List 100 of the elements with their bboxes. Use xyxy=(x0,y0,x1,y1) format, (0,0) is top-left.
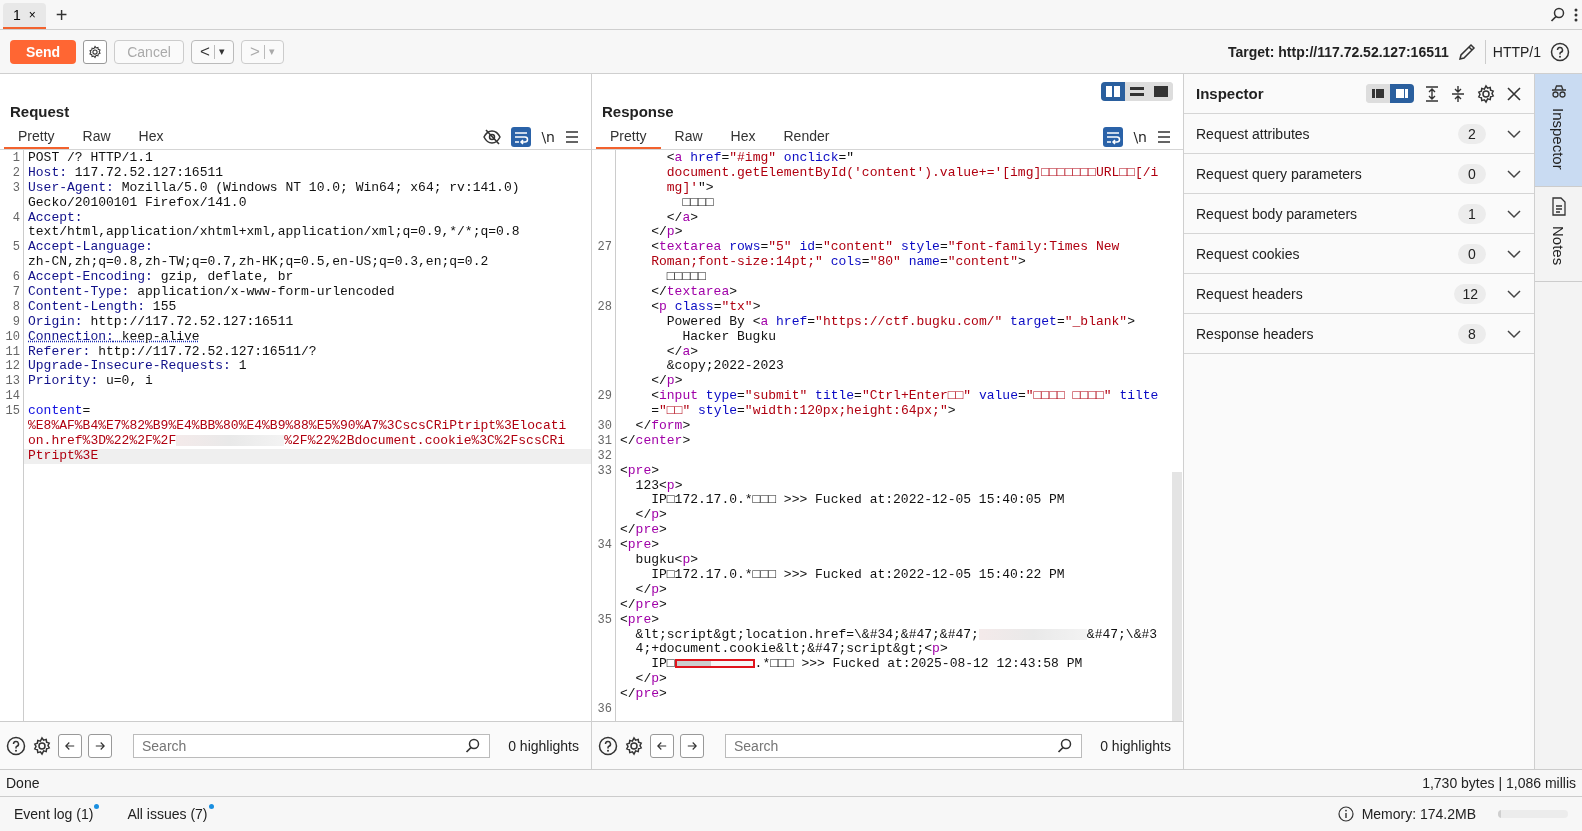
code-line: Accept-Language: xyxy=(27,240,153,256)
search-field[interactable]: Search xyxy=(133,733,490,758)
code-line: </center> xyxy=(619,433,691,449)
chevron-icon[interactable] xyxy=(1506,168,1522,179)
scrollbar[interactable] xyxy=(1172,472,1182,721)
view-tab[interactable]: Raw xyxy=(660,124,717,149)
code-line: <pre> xyxy=(619,538,660,554)
back-button[interactable]: < ▾ xyxy=(191,39,234,64)
memory-gauge xyxy=(1498,810,1568,818)
chevron-icon[interactable] xyxy=(1506,328,1522,339)
new-tab-button[interactable]: + xyxy=(55,4,68,25)
inspector-section[interactable]: Request headers 12 xyxy=(1184,274,1534,314)
code-line: &lt;script&gt;location.href=\&#34;&#47;&#47; &#47;\&#3 xyxy=(634,627,1158,643)
help-icon[interactable] xyxy=(6,735,26,756)
code-line: </p> xyxy=(650,225,683,241)
target-label: Target: http://117.72.52.127:16511 xyxy=(1228,43,1449,60)
code-line: Origin: http://117.72.52.127:16511 xyxy=(27,314,294,330)
settings-icon[interactable] xyxy=(624,735,644,756)
chevron-icon[interactable] xyxy=(1506,208,1522,219)
left-panel-icon[interactable] xyxy=(1372,89,1384,98)
count-badge: 1 xyxy=(1458,203,1486,224)
right-panel-icon[interactable] xyxy=(1396,89,1408,98)
code-line: </pre> xyxy=(619,597,667,613)
line-number: 11 xyxy=(4,344,21,360)
close-icon[interactable]: × xyxy=(28,8,36,22)
search-input[interactable]: Search xyxy=(142,735,465,756)
section-label: Request attributes xyxy=(1196,125,1310,142)
settings-button[interactable] xyxy=(83,39,107,64)
tab[interactable]: 1 × xyxy=(3,3,46,29)
code-line: </a> xyxy=(665,344,699,360)
code-line: bugku<p> xyxy=(634,553,699,568)
code-line: <pre> xyxy=(619,612,660,628)
chevron-icon[interactable] xyxy=(1506,288,1522,299)
eye-slash-icon[interactable] xyxy=(483,128,502,145)
chevron-icon[interactable] xyxy=(1506,128,1522,139)
search-field[interactable]: Search xyxy=(725,733,1082,758)
previous-button[interactable] xyxy=(58,733,82,758)
search-icon[interactable] xyxy=(1550,6,1566,23)
panel-title: Inspector xyxy=(1196,85,1264,102)
inspector-section[interactable]: Response headers 8 xyxy=(1184,314,1534,354)
layout-button[interactable] xyxy=(1390,84,1414,103)
search-input[interactable]: Search xyxy=(734,735,1057,756)
search-icon[interactable] xyxy=(465,737,481,754)
newline-toggle[interactable]: \n xyxy=(1133,128,1147,145)
footer-link[interactable]: All issues (7) xyxy=(127,806,214,822)
view-tab[interactable]: Hex xyxy=(716,124,770,149)
response-stats: 1,730 bytes | 1,086 millis xyxy=(1422,775,1576,791)
section-label: Request cookies xyxy=(1196,245,1300,262)
chevron-icon[interactable] xyxy=(1506,248,1522,259)
help-icon[interactable] xyxy=(598,735,618,756)
view-tab[interactable]: Hex xyxy=(124,124,178,149)
menu-icon[interactable] xyxy=(1157,130,1171,143)
next-button[interactable] xyxy=(680,733,704,758)
previous-button[interactable] xyxy=(650,733,674,758)
code-line: Host: 117.72.52.127:16511 xyxy=(27,165,224,181)
close-icon[interactable] xyxy=(1506,85,1522,102)
rows-layout-icon[interactable] xyxy=(1130,86,1144,97)
collapse-all-icon[interactable] xyxy=(1450,84,1466,103)
view-tab[interactable]: Render xyxy=(769,124,844,149)
columns-layout-icon[interactable] xyxy=(1106,86,1120,97)
code-line: </textarea> xyxy=(650,285,738,300)
section-label: Request body parameters xyxy=(1196,205,1358,222)
footer-link[interactable]: Event log (1) xyxy=(14,806,100,822)
line-number: 33 xyxy=(596,463,613,479)
layout-button[interactable] xyxy=(1101,82,1125,101)
view-tab[interactable]: Pretty xyxy=(596,124,661,149)
inspector-section[interactable]: Request attributes 2 xyxy=(1184,114,1534,154)
menu-icon[interactable] xyxy=(565,130,579,143)
line-number: 2 xyxy=(11,165,21,181)
next-button[interactable] xyxy=(88,733,112,758)
code-line: </a> xyxy=(666,210,699,226)
line-number: 1 xyxy=(11,151,21,166)
line-number: 34 xyxy=(596,538,613,554)
code-line: Referer: http://117.72.52.127:16511/? xyxy=(27,344,317,360)
wrap-lines-button[interactable] xyxy=(1103,126,1124,147)
code-line: content= xyxy=(27,404,91,420)
code-line: Accept: xyxy=(27,210,83,226)
settings-icon[interactable] xyxy=(1476,83,1496,104)
newline-toggle[interactable]: \n xyxy=(541,128,555,145)
wrap-lines-button[interactable] xyxy=(511,126,532,147)
settings-icon[interactable] xyxy=(32,735,52,756)
inspector-section[interactable]: Request cookies 0 xyxy=(1184,234,1534,274)
line-number: 32 xyxy=(596,448,613,464)
view-tab[interactable]: Raw xyxy=(68,124,125,149)
line-number: 6 xyxy=(11,270,21,285)
info-icon[interactable] xyxy=(1337,806,1354,822)
expand-all-icon[interactable] xyxy=(1424,84,1440,103)
line-number: 7 xyxy=(11,285,21,300)
inspector-section[interactable]: Request query parameters 0 xyxy=(1184,154,1534,194)
view-tab[interactable]: Pretty xyxy=(4,124,69,149)
inspector-section[interactable]: Request body parameters 1 xyxy=(1184,194,1534,234)
line-number: 36 xyxy=(596,701,613,717)
more-options-icon[interactable] xyxy=(1574,6,1578,23)
code-line: </form> xyxy=(634,419,691,434)
protocol-label[interactable]: HTTP/1 xyxy=(1492,43,1541,60)
line-number: 30 xyxy=(596,419,613,434)
side-tab[interactable]: Inspector xyxy=(1535,74,1582,187)
search-icon[interactable] xyxy=(1057,737,1073,754)
code-line: Hacker Bugku xyxy=(681,329,777,345)
code-line: mg]'"> xyxy=(665,180,714,196)
